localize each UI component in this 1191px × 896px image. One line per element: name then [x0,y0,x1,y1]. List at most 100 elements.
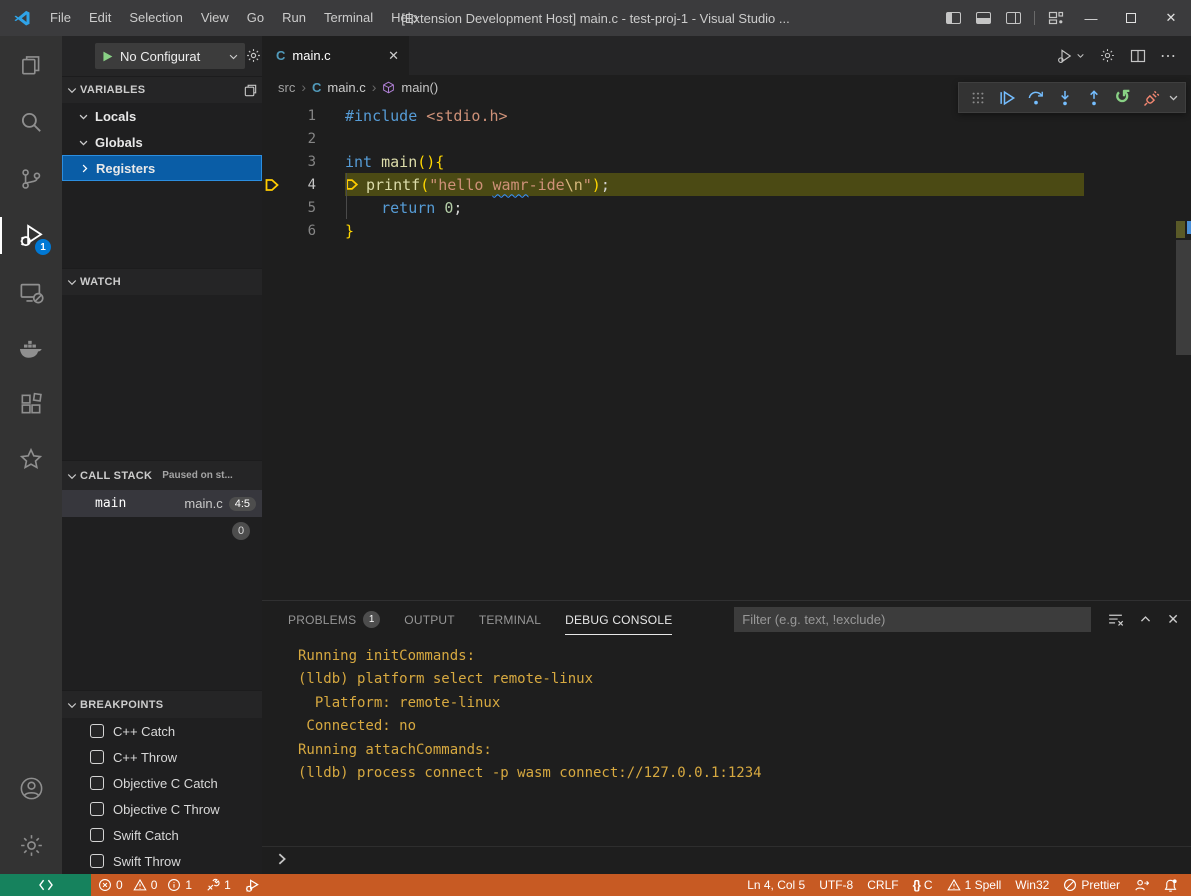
menu-help[interactable]: Help [382,0,427,36]
menu-edit[interactable]: Edit [80,0,120,36]
breadcrumb-folder[interactable]: src [278,80,295,95]
checkbox[interactable] [90,854,104,868]
breadcrumb-symbol[interactable]: main() [401,80,438,95]
encoding-indicator[interactable]: UTF-8 [812,874,860,896]
star-icon[interactable] [0,431,62,486]
toggle-secondary-sidebar-icon[interactable] [998,0,1028,36]
settings-gear-icon[interactable] [1099,47,1116,64]
frame-name: main [95,496,126,511]
variables-section-header[interactable]: VARIABLES [62,76,262,103]
account-icon[interactable] [0,760,62,817]
source-control-icon[interactable] [0,150,62,207]
search-icon[interactable] [0,93,62,150]
disconnect-icon[interactable] [1139,84,1164,111]
watch-section-header[interactable]: WATCH [62,268,262,295]
toggle-sidebar-icon[interactable] [938,0,968,36]
start-debug-icon[interactable] [101,50,114,63]
code-line-6[interactable]: 6 } [262,219,1191,242]
explorer-icon[interactable] [0,36,62,93]
restart-icon[interactable]: ↺ [1110,84,1135,111]
clear-console-icon[interactable] [1107,611,1124,628]
breakpoint-row[interactable]: Objective C Catch [62,770,262,796]
tab-problems[interactable]: PROBLEMS 1 [288,601,380,637]
tab-main-c[interactable]: C main.c ✕ [262,36,409,75]
language-mode[interactable]: {} C [906,874,940,896]
step-into-icon[interactable] [1052,84,1077,111]
formatter-status[interactable]: Prettier [1056,874,1127,896]
breakpoint-row[interactable]: Objective C Throw [62,796,262,822]
breakpoint-row[interactable]: Swift Catch [62,822,262,848]
code-line-5[interactable]: 5 return 0; [262,196,1191,219]
menu-run[interactable]: Run [273,0,315,36]
breakpoint-row[interactable]: C++ Catch [62,718,262,744]
maximize-panel-icon[interactable] [1139,613,1152,626]
launch-config-dropdown[interactable]: No Configurat [95,43,245,69]
menu-terminal[interactable]: Terminal [315,0,382,36]
tools-status[interactable]: 1 [199,874,238,896]
remote-indicator[interactable] [0,874,91,896]
drag-handle-icon[interactable] [965,84,990,111]
step-over-icon[interactable] [1023,84,1048,111]
console-input-row[interactable] [262,846,1191,871]
debug-status[interactable] [238,874,267,896]
console-filter-input[interactable] [734,607,1091,632]
call-stack-section-header[interactable]: CALL STACK Paused on st... [62,460,262,490]
customize-layout-icon[interactable] [1041,0,1071,36]
close-button[interactable]: ✕ [1151,0,1191,36]
minimize-button[interactable]: — [1071,0,1111,36]
debug-toolbar[interactable]: ↺ [958,82,1186,113]
stack-frame-row[interactable]: main main.c 4:5 [62,490,262,517]
feedback-icon[interactable] [1127,874,1156,896]
more-actions-icon[interactable]: ⋯ [1160,46,1177,66]
breakpoints-section-header[interactable]: BREAKPOINTS [62,690,262,718]
close-tab-icon[interactable]: ✕ [388,48,399,64]
scope-registers[interactable]: Registers [62,155,262,181]
breakpoint-row[interactable]: C++ Throw [62,744,262,770]
tab-debug-console[interactable]: DEBUG CONSOLE [565,601,672,637]
tab-output[interactable]: OUTPUT [404,601,455,637]
console-prompt-icon [275,852,289,866]
code-line-3[interactable]: 3 int main(){ [262,150,1191,173]
scope-locals[interactable]: Locals [62,103,262,129]
eol-indicator[interactable]: CRLF [860,874,905,896]
settings-gear-icon[interactable] [0,817,62,874]
spell-checker-status[interactable]: 1 Spell [940,874,1009,896]
breakpoint-row[interactable]: Swift Throw [62,848,262,874]
menu-file[interactable]: File [41,0,80,36]
notifications-bell-icon[interactable] [1156,874,1185,896]
checkbox[interactable] [90,724,104,738]
code-line-2[interactable]: 2 [262,127,1191,150]
remote-explorer-icon[interactable] [0,264,62,321]
menu-go[interactable]: Go [238,0,273,36]
breadcrumb-file[interactable]: main.c [327,80,365,95]
checkbox[interactable] [90,776,104,790]
chevron-down-icon[interactable] [1168,92,1179,103]
copy-icon[interactable] [243,83,258,98]
platform-indicator[interactable]: Win32 [1008,874,1056,896]
split-editor-icon[interactable] [1130,48,1146,64]
checkbox[interactable] [90,802,104,816]
checkbox[interactable] [90,750,104,764]
overview-ruler[interactable] [1176,99,1191,600]
step-out-icon[interactable] [1081,84,1106,111]
debug-console-output[interactable]: Running initCommands: (lldb) platform se… [298,645,1171,785]
run-or-debug-icon[interactable] [1056,47,1085,65]
scope-globals[interactable]: Globals [62,129,262,155]
checkbox[interactable] [90,828,104,842]
maximize-button[interactable] [1111,0,1151,36]
problems-status[interactable]: 0 0 1 [91,874,199,896]
code-line-4-current[interactable]: 4 printf("hello wamr-ide\n"); [262,173,1191,196]
close-panel-icon[interactable]: ✕ [1167,611,1179,628]
docker-icon[interactable] [0,321,62,376]
scrollbar-slider[interactable] [1176,240,1191,355]
code-area[interactable]: 1 #include <stdio.h> 2 3 int main(){ 4 p… [262,99,1191,600]
menu-selection[interactable]: Selection [120,0,191,36]
extensions-icon[interactable] [0,376,62,431]
continue-icon[interactable] [994,84,1019,111]
tab-terminal[interactable]: TERMINAL [479,601,541,637]
toggle-panel-icon[interactable] [968,0,998,36]
menu-view[interactable]: View [192,0,238,36]
run-and-debug-icon[interactable]: 1 [0,207,62,264]
configure-gear-icon[interactable] [245,47,262,64]
cursor-position[interactable]: Ln 4, Col 5 [740,874,812,896]
